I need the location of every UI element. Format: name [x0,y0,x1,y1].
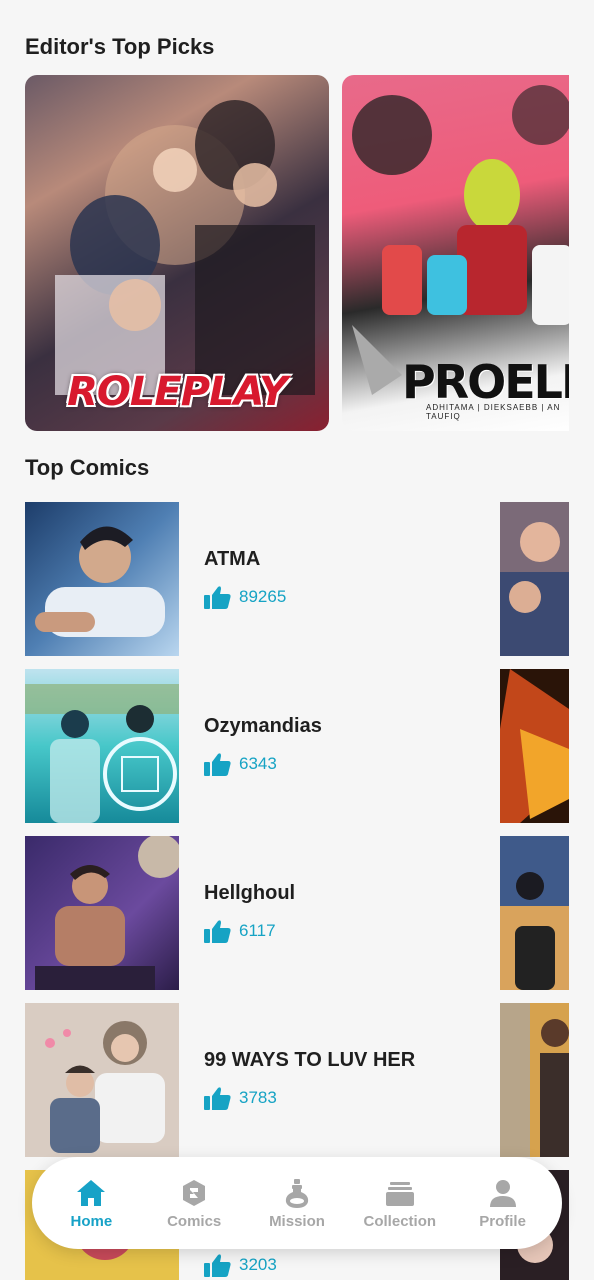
bottom-tab-bar: Home Comics Mission Collection Profile [32,1157,562,1249]
proelium-logo: PROELIUM [402,355,569,409]
like-count: 3203 [204,1253,277,1277]
tab-mission[interactable]: Mission [247,1177,347,1230]
like-count: 6343 [204,752,277,776]
tab-home[interactable]: Home [41,1177,141,1230]
collection-icon [385,1181,414,1206]
tab-label: Home [70,1212,113,1230]
like-count-value: 3783 [239,1088,277,1107]
comic-peek-thumbnail[interactable] [500,502,569,656]
comic-title: Hellghoul [204,882,296,904]
comic-title: ATMA [204,548,261,570]
thumbs-up-icon [204,920,231,943]
like-count-value: 3203 [239,1255,277,1274]
comic-peek-thumbnail[interactable] [500,836,569,990]
thumbs-up-icon [204,586,231,609]
comic-peek-thumbnail[interactable] [500,669,569,823]
tab-label: Mission [269,1212,325,1230]
comic-thumbnail[interactable] [25,1003,179,1157]
tab-comics[interactable]: Comics [144,1177,244,1230]
pick-card-roleplay[interactable]: ROLEPLAY [25,75,329,431]
proelium-credits: ADHITAMA | DIEKSAEBB | AN TAUFIQ [426,403,561,421]
comic-row-atma[interactable]: ATMA 89265 [25,502,569,656]
tab-label: Comics [167,1212,222,1230]
comic-row-99-ways[interactable]: 99 WAYS TO LUV HER 3783 [25,1003,569,1157]
like-count: 6117 [204,919,276,943]
comic-title: 99 WAYS TO LUV HER [204,1049,416,1071]
comic-row-ozymandias[interactable]: Ozymandias 6343 [25,669,569,823]
tab-profile[interactable]: Profile [453,1177,553,1230]
thumbs-up-icon [204,1087,231,1110]
comic-thumbnail[interactable] [25,502,179,656]
comic-title: Ozymandias [204,715,322,737]
tab-label: Profile [479,1212,526,1230]
comics-icon [183,1179,206,1206]
home-screen: Editor's Top Picks ROLEPLAY PROEL ADHITA… [0,0,594,1280]
tab-collection[interactable]: Collection [350,1177,450,1230]
thumbs-up-icon [204,1254,231,1277]
thumbs-up-icon [204,753,231,776]
like-count-value: 6117 [239,921,276,940]
comic-peek-thumbnail[interactable] [500,1003,569,1157]
like-count: 89265 [204,585,286,609]
comic-row-hellghoul[interactable]: Hellghoul 6117 [25,836,569,990]
comic-thumbnail[interactable] [25,836,179,990]
like-count-value: 89265 [239,587,287,606]
editors-picks-carousel[interactable]: ROLEPLAY PROELIUM ADHITAMA | DIEKSAEBB |… [25,75,569,431]
tab-label: Collection [363,1212,437,1230]
comic-thumbnail[interactable] [25,669,179,823]
home-icon [77,1179,106,1206]
roleplay-logo: ROLEPLAY [67,369,288,415]
like-count: 3783 [204,1086,277,1110]
profile-icon [489,1179,516,1207]
like-count-value: 6343 [239,754,277,773]
mission-icon [285,1178,309,1208]
top-comics-title: Top Comics [25,455,150,480]
pick-card-proelium[interactable]: PROELIUM ADHITAMA | DIEKSAEBB | AN TAUFI… [342,75,569,431]
editors-picks-title: Editor's Top Picks [25,34,215,59]
